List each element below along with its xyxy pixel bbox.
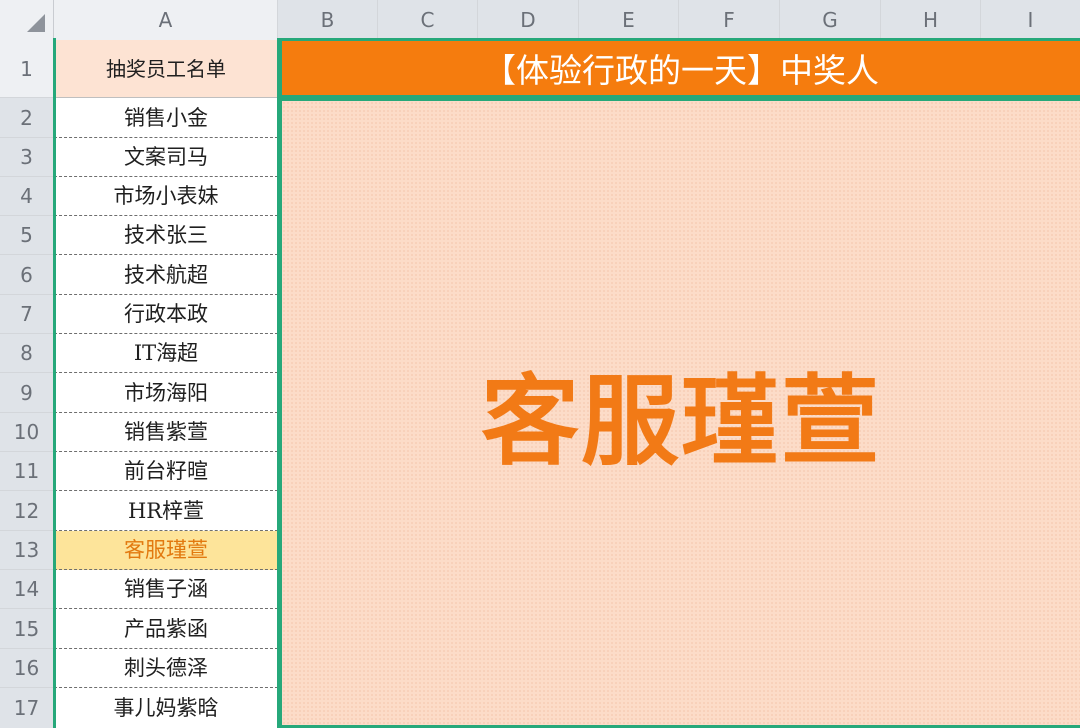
row-header-7[interactable]: 7	[0, 295, 54, 334]
row-header-17[interactable]: 17	[0, 688, 54, 728]
employee-cell[interactable]: 技术张三	[54, 216, 278, 255]
employee-cell[interactable]: 前台籽暄	[54, 452, 278, 491]
row-header-9[interactable]: 9	[0, 373, 54, 413]
employee-cell[interactable]: 刺头德泽	[54, 649, 278, 688]
employee-cell[interactable]: 市场小表妹	[54, 177, 278, 216]
employee-cell[interactable]: 销售小金	[54, 98, 278, 138]
row-header-2[interactable]: 2	[0, 98, 54, 138]
column-header-e[interactable]: E	[579, 0, 679, 40]
column-header-g[interactable]: G	[780, 0, 881, 40]
draw-title-cell[interactable]: 【体验行政的一天】中奖人	[279, 38, 1080, 98]
employee-cell[interactable]: 市场海阳	[54, 373, 278, 413]
employee-cell[interactable]: HR梓萱	[54, 491, 278, 531]
row-header-16[interactable]: 16	[0, 649, 54, 688]
select-all-corner[interactable]	[0, 0, 54, 40]
select-all-triangle-icon	[27, 14, 45, 32]
row-header-15[interactable]: 15	[0, 609, 54, 649]
employee-cell-highlighted[interactable]: 客服瑾萱	[54, 531, 278, 570]
row-header-14[interactable]: 14	[0, 570, 54, 609]
column-header-c[interactable]: C	[378, 0, 478, 40]
row-header-1[interactable]: 1	[0, 40, 54, 98]
winner-cell[interactable]: 客服瑾萱	[279, 98, 1080, 728]
row-header-13[interactable]: 13	[0, 531, 54, 570]
employee-cell[interactable]: 销售子涵	[54, 570, 278, 609]
winner-name: 客服瑾萱	[480, 364, 881, 479]
row-header-11[interactable]: 11	[0, 452, 54, 491]
column-header-h[interactable]: H	[881, 0, 981, 40]
employee-cell[interactable]: 产品紫函	[54, 609, 278, 649]
row-header-10[interactable]: 10	[0, 413, 54, 452]
column-header-a[interactable]: A	[54, 0, 278, 40]
column-header-row: A B C D E F G H I	[0, 0, 1080, 40]
employee-cell[interactable]: IT海超	[54, 334, 278, 373]
employee-cell[interactable]: 销售紫萱	[54, 413, 278, 452]
employee-cell[interactable]: 技术航超	[54, 255, 278, 295]
column-header-d[interactable]: D	[478, 0, 579, 40]
employee-cell[interactable]: 事儿妈紫晗	[54, 688, 278, 728]
list-header-cell[interactable]: 抽奖员工名单	[54, 40, 278, 98]
row-header-12[interactable]: 12	[0, 491, 54, 531]
row-header-6[interactable]: 6	[0, 255, 54, 295]
employee-cell[interactable]: 行政本政	[54, 295, 278, 334]
row-header-5[interactable]: 5	[0, 216, 54, 255]
row-header-8[interactable]: 8	[0, 334, 54, 373]
row-header-3[interactable]: 3	[0, 138, 54, 177]
column-header-b[interactable]: B	[278, 0, 378, 40]
row-header-4[interactable]: 4	[0, 177, 54, 216]
employee-cell[interactable]: 文案司马	[54, 138, 278, 177]
column-header-i[interactable]: I	[981, 0, 1080, 40]
column-header-f[interactable]: F	[679, 0, 780, 40]
